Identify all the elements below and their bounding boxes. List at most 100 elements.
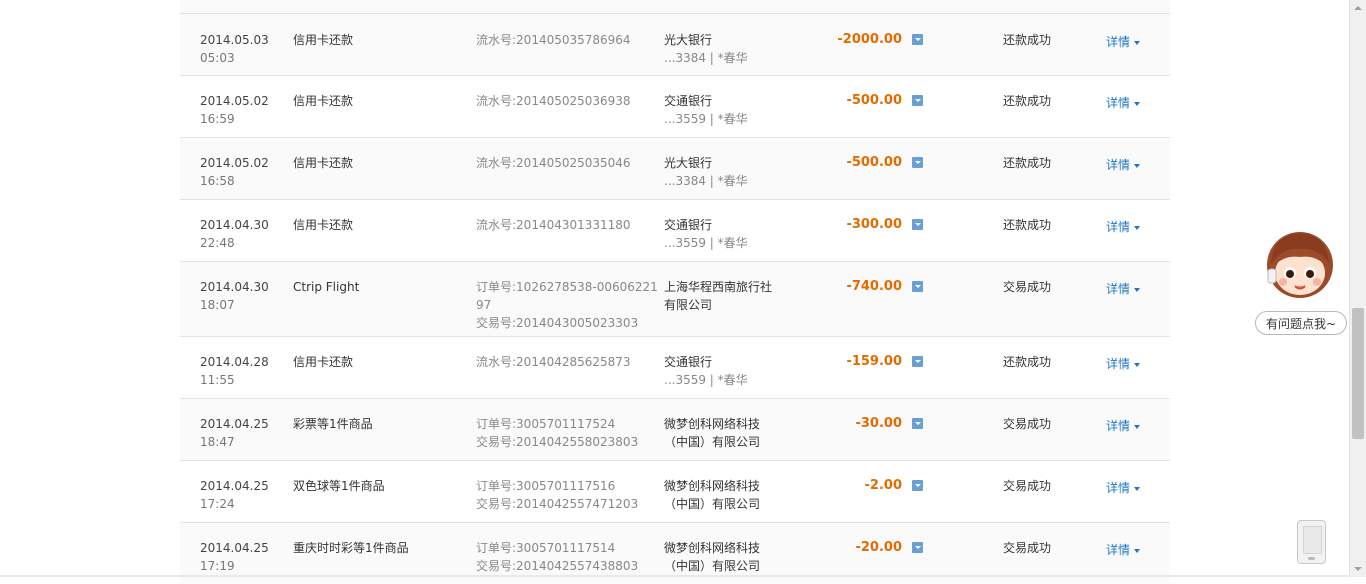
row-datetime: 2014.04.30 18:07: [200, 278, 269, 314]
counterparty-line: 微梦创科网络科技: [664, 541, 761, 555]
transaction-table: 2014.05.03 05:03 信用卡还款 流水号:201405035786964 光…: [180, 0, 1170, 584]
table-row: 2014.04.25 18:47 彩票等1件商品 订单号:3005701117524 交…: [180, 398, 1170, 460]
row-detail-link[interactable]: 详情: [1106, 355, 1141, 373]
row-counterparty: 微梦创科网络科技 （中国）有限公司: [664, 415, 779, 451]
mobile-phone-icon[interactable]: [1297, 520, 1326, 564]
detail-label: 详情: [1106, 282, 1131, 296]
scrollbar-thumb[interactable]: [1352, 308, 1364, 439]
row-item-name: 信用卡还款: [293, 355, 354, 369]
counterparty-line: （中国）有限公司: [664, 435, 761, 449]
row-detail-link[interactable]: 详情: [1106, 33, 1141, 51]
serial-line: 交易号:2014042558023803: [476, 435, 639, 449]
row-serial: 订单号:1026278538-0060622197 交易号:20140430050…: [476, 278, 661, 332]
detail-label: 详情: [1106, 220, 1131, 234]
row-item-name: 信用卡还款: [293, 218, 354, 232]
row-time: 16:58: [200, 174, 235, 188]
chevron-down-icon: [1134, 424, 1141, 429]
amount-dropdown-icon[interactable]: [912, 480, 923, 491]
row-detail-link[interactable]: 详情: [1106, 541, 1141, 559]
row-amount: -740.00: [846, 279, 902, 294]
row-detail-link[interactable]: 详情: [1106, 479, 1141, 497]
row-time: 17:24: [200, 497, 235, 511]
row-status: 交易成功: [1003, 541, 1052, 555]
row-detail-link[interactable]: 详情: [1106, 417, 1141, 435]
amount-dropdown-icon[interactable]: [912, 34, 923, 45]
detail-label: 详情: [1106, 158, 1131, 172]
row-date: 2014.05.02: [200, 156, 269, 170]
scroll-up-arrow-icon[interactable]: [1350, 0, 1366, 16]
row-serial: 流水号:201404285625873: [476, 353, 661, 371]
row-status: 还款成功: [1003, 94, 1052, 108]
row-item-name: 信用卡还款: [293, 94, 354, 108]
counterparty-line: 有限公司: [664, 298, 713, 312]
amount-dropdown-icon[interactable]: [912, 542, 923, 553]
amount-dropdown-icon[interactable]: [912, 418, 923, 429]
phone-home-button: [1308, 557, 1315, 560]
vertical-scrollbar[interactable]: [1349, 0, 1366, 577]
serial-line: 交易号:2014042557438803: [476, 559, 639, 573]
row-time: 05:03: [200, 51, 235, 65]
row-amount: -159.00: [846, 354, 902, 369]
serial-line: 订单号:3005701117514: [476, 541, 616, 555]
serial-line: 交易号:2014042557471203: [476, 497, 639, 511]
row-counterparty: 上海华程西南旅行社 有限公司: [664, 278, 779, 314]
row-counterparty: 交通银行 ...3559 | *春华: [664, 92, 779, 128]
row-date: 2014.05.02: [200, 94, 269, 108]
counterparty-line: 交通银行: [664, 218, 713, 232]
row-counterparty: 交通银行 ...3559 | *春华: [664, 216, 779, 252]
detail-label: 详情: [1106, 96, 1131, 110]
row-datetime: 2014.05.02 16:59: [200, 92, 269, 128]
help-bubble-label[interactable]: 有问题点我~: [1255, 311, 1347, 335]
row-serial: 流水号:201405025035046: [476, 154, 661, 172]
table-row: 2014.05.02 16:58 信用卡还款 流水号:201405025035046 光…: [180, 137, 1170, 199]
counterparty-line: 微梦创科网络科技: [664, 417, 761, 431]
amount-dropdown-icon[interactable]: [912, 356, 923, 367]
row-status: 交易成功: [1003, 479, 1052, 493]
row-serial: 流水号:201405035786964: [476, 31, 661, 49]
serial-line: 订单号:1026278538-0060622197: [476, 280, 658, 312]
row-time: 18:07: [200, 298, 235, 312]
row-date: 2014.04.30: [200, 218, 269, 232]
row-amount: -20.00: [855, 540, 902, 555]
phone-screen: [1303, 526, 1322, 554]
row-counterparty: 交通银行 ...3559 | *春华: [664, 353, 779, 389]
table-row: 2014.04.28 11:55 信用卡还款 流水号:201404285625873 交…: [180, 336, 1170, 398]
row-detail-link[interactable]: 详情: [1106, 218, 1141, 236]
card-info: ...3384 | *春华: [664, 174, 748, 188]
row-serial: 订单号:3005701117516 交易号:2014042557471203: [476, 477, 661, 513]
table-row: 2014.05.02 16:59 信用卡还款 流水号:201405025036938 交…: [180, 75, 1170, 137]
row-time: 18:47: [200, 435, 235, 449]
detail-label: 详情: [1106, 357, 1131, 371]
serial-line: 流水号:201405025036938: [476, 94, 631, 108]
counterparty-line: 上海华程西南旅行社: [664, 280, 773, 294]
row-serial: 流水号:201405025036938: [476, 92, 661, 110]
serial-line: 订单号:3005701117516: [476, 479, 616, 493]
row-status: 还款成功: [1003, 218, 1052, 232]
row-detail-link[interactable]: 详情: [1106, 94, 1141, 112]
amount-dropdown-icon[interactable]: [912, 219, 923, 230]
amount-dropdown-icon[interactable]: [912, 157, 923, 168]
detail-label: 详情: [1106, 419, 1131, 433]
row-datetime: 2014.04.30 22:48: [200, 216, 269, 252]
mascot-girl-icon[interactable]: [1265, 229, 1335, 299]
row-datetime: 2014.04.28 11:55: [200, 353, 269, 389]
counterparty-line: 交通银行: [664, 355, 713, 369]
scroll-down-arrow-icon[interactable]: [1350, 561, 1366, 577]
serial-line: 订单号:3005701117524: [476, 417, 616, 431]
serial-line: 流水号:201405035786964: [476, 33, 631, 47]
row-datetime: 2014.05.02 16:58: [200, 154, 269, 190]
row-amount: -30.00: [855, 416, 902, 431]
row-time: 22:48: [200, 236, 235, 250]
row-status: 还款成功: [1003, 156, 1052, 170]
counterparty-line: （中国）有限公司: [664, 497, 761, 511]
row-detail-link[interactable]: 详情: [1106, 156, 1141, 174]
row-detail-link[interactable]: 详情: [1106, 280, 1141, 298]
counterparty-line: 光大银行: [664, 33, 713, 47]
serial-line: 交易号:2014043005023303: [476, 316, 639, 330]
amount-dropdown-icon[interactable]: [912, 95, 923, 106]
amount-dropdown-icon[interactable]: [912, 281, 923, 292]
counterparty-line: （中国）有限公司: [664, 559, 761, 573]
row-amount: -500.00: [846, 155, 902, 170]
counterparty-line: 交通银行: [664, 94, 713, 108]
chevron-down-icon: [1134, 163, 1141, 168]
